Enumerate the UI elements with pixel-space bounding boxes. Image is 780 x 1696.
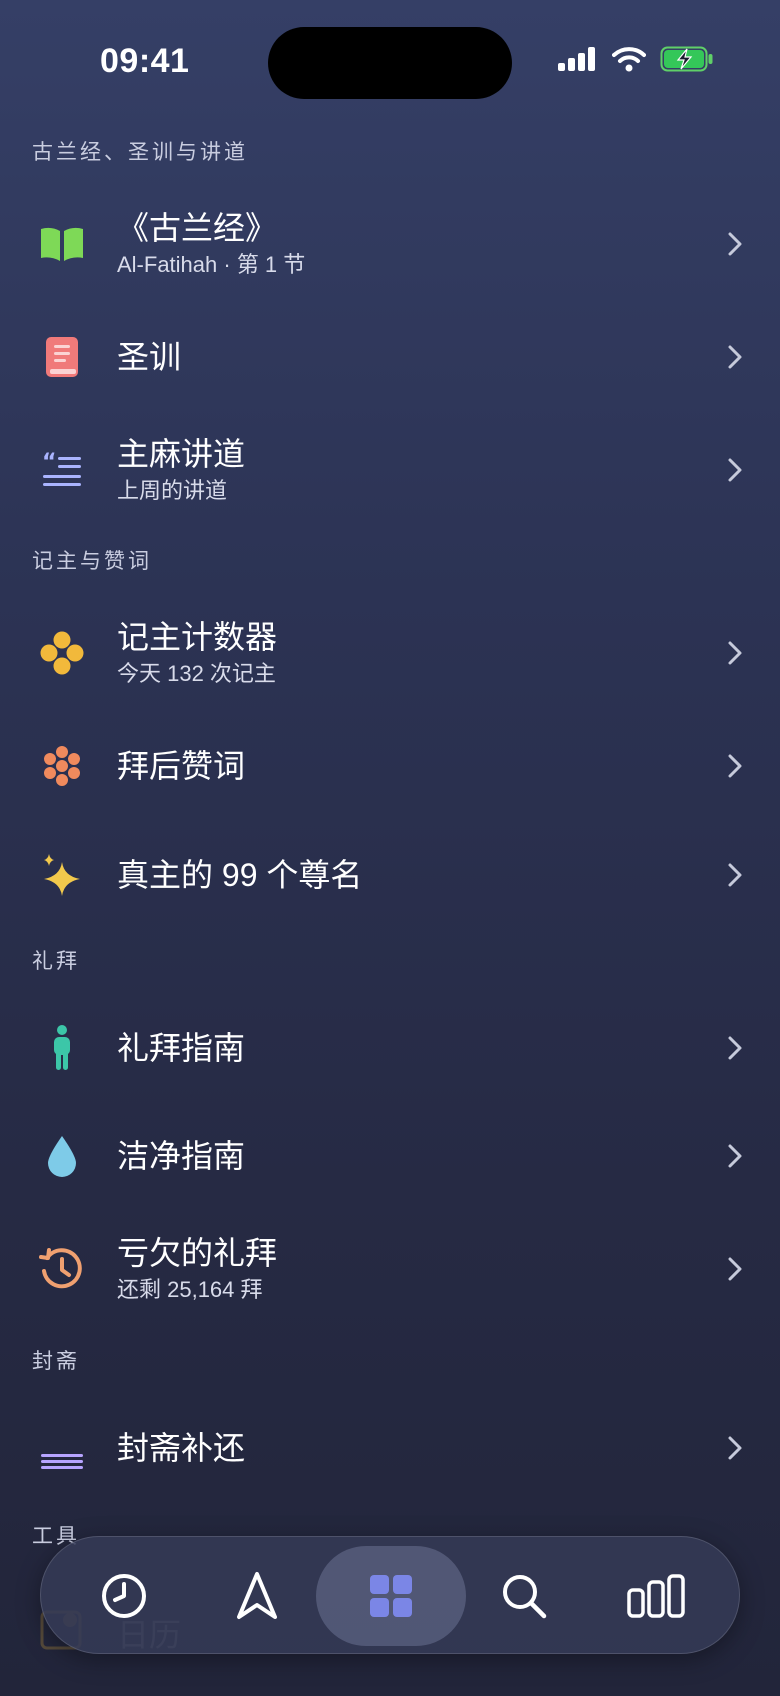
row-title: 《古兰经》 xyxy=(117,210,278,246)
row-subtitle: 今天 132 次记主 xyxy=(117,661,276,686)
row-title: 真主的 99 个尊名 xyxy=(117,857,363,893)
person-icon xyxy=(36,1022,88,1074)
row-names[interactable]: 真主的 99 个尊名 xyxy=(0,825,780,925)
stats-icon xyxy=(627,1574,685,1618)
signal-icon xyxy=(558,47,595,71)
chevron-right-icon xyxy=(728,345,742,369)
dynamic-island xyxy=(268,27,512,99)
battery-charging-icon xyxy=(660,46,713,72)
quote-lines-icon: “ xyxy=(36,444,88,496)
row-subtitle: 还剩 25,164 拜 xyxy=(117,1277,263,1302)
chevron-right-icon xyxy=(728,458,742,482)
row-title: 记主计数器 xyxy=(117,619,278,655)
section-header-fasting: 封斋 xyxy=(32,1350,80,1373)
tab-clock[interactable] xyxy=(69,1546,179,1646)
row-subtitle: 上周的讲道 xyxy=(117,478,228,503)
history-icon xyxy=(36,1243,88,1295)
row-subtitle: Al-Fatihah · 第 1 节 xyxy=(117,252,306,277)
sparkles-icon xyxy=(36,849,88,901)
status-icons xyxy=(558,46,714,72)
row-hadith[interactable]: 圣训 xyxy=(0,307,780,407)
flower-icon xyxy=(36,740,88,792)
chevron-right-icon xyxy=(728,1257,742,1281)
search-icon xyxy=(503,1575,547,1619)
row-missed-prayers[interactable]: 亏欠的礼拜 还剩 25,164 拜 xyxy=(0,1219,780,1319)
row-wudu-guide[interactable]: 洁净指南 xyxy=(0,1106,780,1206)
chevron-right-icon xyxy=(728,1436,742,1460)
row-sermon[interactable]: “ 主麻讲道 上周的讲道 xyxy=(0,420,780,520)
moon-icon xyxy=(36,1422,88,1474)
row-title: 拜后赞词 xyxy=(117,748,246,784)
row-after-prayer[interactable]: 拜后赞词 xyxy=(0,716,780,816)
row-prayer-guide[interactable]: 礼拜指南 xyxy=(0,998,780,1098)
section-header-quran: 古兰经、圣训与讲道 xyxy=(32,141,248,164)
chevron-right-icon xyxy=(728,232,742,256)
row-title: 封斋补还 xyxy=(117,1430,246,1466)
row-title: 主麻讲道 xyxy=(117,436,246,472)
tab-stats[interactable] xyxy=(601,1546,711,1646)
row-title: 洁净指南 xyxy=(117,1138,246,1174)
row-title: 圣训 xyxy=(117,339,182,375)
tab-grid[interactable] xyxy=(316,1546,466,1646)
water-drop-icon xyxy=(36,1130,88,1182)
open-book-icon xyxy=(36,218,88,270)
section-header-dhikr: 记主与赞词 xyxy=(32,550,152,573)
clock-icon xyxy=(102,1574,146,1618)
beads-icon xyxy=(36,627,88,679)
section-header-prayer: 礼拜 xyxy=(32,950,80,973)
tab-bar xyxy=(40,1536,740,1654)
compass-icon xyxy=(237,1572,277,1619)
wifi-icon xyxy=(612,47,646,72)
row-counter[interactable]: 记主计数器 今天 132 次记主 xyxy=(0,603,780,703)
chevron-right-icon xyxy=(728,863,742,887)
tab-compass[interactable] xyxy=(202,1546,312,1646)
book-icon xyxy=(36,331,88,383)
chevron-right-icon xyxy=(728,754,742,778)
chevron-right-icon xyxy=(728,641,742,665)
row-title: 亏欠的礼拜 xyxy=(117,1235,278,1271)
status-time: 09:41 xyxy=(100,42,190,80)
row-quran[interactable]: 《古兰经》 Al-Fatihah · 第 1 节 xyxy=(0,194,780,294)
chevron-right-icon xyxy=(728,1144,742,1168)
svg-text:“: “ xyxy=(42,451,56,475)
tab-search[interactable] xyxy=(469,1546,579,1646)
chevron-right-icon xyxy=(728,1036,742,1060)
status-bar: 09:41 xyxy=(0,0,780,120)
grid-icon xyxy=(370,1575,412,1617)
row-title: 礼拜指南 xyxy=(117,1030,246,1066)
row-fasting-makeup[interactable]: 封斋补还 xyxy=(0,1398,780,1498)
